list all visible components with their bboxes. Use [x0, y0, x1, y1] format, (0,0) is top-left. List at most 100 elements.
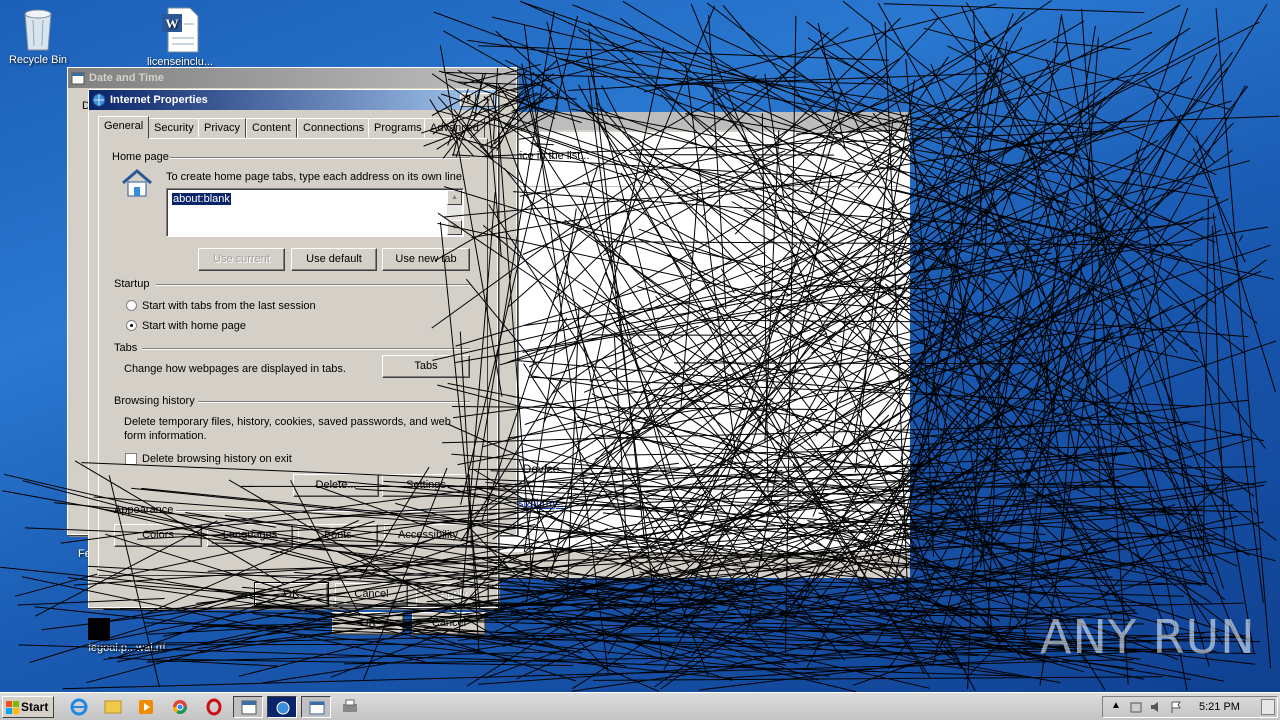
date-time-taskbar-button[interactable]	[233, 696, 263, 718]
scribble-line	[1252, 508, 1260, 517]
home-page-textarea[interactable]: about:blank ▲ ▼	[166, 188, 464, 237]
cancel-button[interactable]: Cancel	[335, 583, 408, 606]
scribble-line	[942, 242, 1134, 628]
colors-button[interactable]: Colors	[114, 524, 202, 547]
recycle-bin-shortcut[interactable]: Recycle Bin	[0, 6, 76, 66]
delete-history-button[interactable]: Delete...	[293, 474, 379, 497]
explorer-taskbar-button[interactable]	[98, 696, 128, 718]
tab-advanced[interactable]: Advanced	[424, 118, 485, 138]
scribble-line	[1010, 7, 1189, 527]
apply-button[interactable]: Apply	[416, 583, 489, 606]
tabs-group-label: Tabs	[114, 342, 138, 354]
scribble-line	[1052, 41, 1131, 50]
use-default-button[interactable]: Use default	[291, 248, 377, 271]
startup-home-page-radio[interactable]	[126, 320, 137, 331]
scribble-line	[1060, 37, 1099, 542]
ok-button[interactable]: OK	[254, 582, 329, 607]
scribble-line	[409, 619, 925, 635]
word-document-icon: W	[162, 7, 199, 53]
startup-last-session-label[interactable]: Start with tabs from the last session	[142, 300, 316, 312]
scribble-line	[1202, 198, 1209, 562]
licenseinclu-shortcut[interactable]: W licenseinclu...	[142, 6, 218, 68]
history-settings-button[interactable]: Settings	[382, 474, 470, 497]
scribble-line	[480, 577, 885, 584]
scribble-line	[908, 510, 935, 594]
fonts-button[interactable]: Fonts	[298, 524, 378, 547]
show-desktop-button[interactable]	[1261, 699, 1275, 715]
show-hidden-icons-icon[interactable]: ▲	[1111, 700, 1121, 711]
scribble-line	[1041, 537, 1121, 566]
scribble-line	[1025, 26, 1096, 459]
rtf-file-shortcut[interactable]: legoal.p...wal.rtf	[72, 618, 182, 654]
scribble-line	[1094, 252, 1178, 354]
scribble-line	[1027, 137, 1136, 570]
scribble-line	[939, 68, 1060, 180]
startup-last-session-radio[interactable]	[126, 300, 137, 311]
textarea-scrollbar[interactable]: ▲ ▼	[447, 190, 462, 235]
opera-taskbar-button[interactable]	[199, 696, 229, 718]
scribble-line	[940, 128, 968, 342]
scribble-line	[1070, 155, 1258, 324]
scribble-line	[1136, 149, 1193, 542]
home-page-divider	[170, 157, 470, 159]
tab-content[interactable]: Content	[246, 118, 297, 138]
scribble-line	[545, 75, 548, 78]
printer-taskbar-button[interactable]	[335, 696, 365, 718]
scribble-line	[973, 302, 1119, 432]
date-time-ok-button[interactable]: OK	[332, 612, 404, 635]
scribble-line	[451, 583, 782, 597]
chrome-taskbar-button[interactable]	[165, 696, 195, 718]
startup-home-page-label[interactable]: Start with home page	[142, 320, 246, 332]
date-time-cancel-button[interactable]: Cancel	[412, 612, 486, 635]
languages-button[interactable]: Languages	[207, 524, 293, 547]
delete-on-exit-checkbox[interactable]	[125, 453, 137, 465]
flag-icon[interactable]	[1169, 700, 1183, 714]
history-divider	[198, 401, 470, 403]
scribble-line	[1109, 4, 1268, 265]
tab-security[interactable]: Security	[148, 118, 200, 138]
accessibility-button[interactable]: Accessibility	[384, 524, 472, 547]
tab-general[interactable]: General	[98, 116, 150, 139]
scribble-line	[914, 89, 1011, 148]
scribble-line	[907, 53, 1218, 621]
scribble-line	[593, 676, 1163, 681]
tab-programs[interactable]: Programs	[368, 118, 428, 138]
browsing-history-label: Browsing history	[114, 395, 195, 407]
scribble-line	[966, 537, 985, 555]
tabs-settings-button[interactable]: Tabs	[382, 355, 470, 378]
tabs-description: Change how webpages are displayed in tab…	[124, 363, 346, 375]
scribble-line	[911, 452, 1002, 501]
volume-icon[interactable]	[1149, 700, 1163, 714]
ie-taskbar-button[interactable]	[64, 696, 94, 718]
explorer-icon	[104, 700, 122, 714]
clock[interactable]: 5:21 PM	[1199, 701, 1240, 713]
network-taskbar-button[interactable]	[267, 696, 297, 718]
scribble-line	[935, 85, 1249, 494]
scroll-up-icon[interactable]: ▲	[447, 190, 462, 205]
scribble-line	[914, 100, 1232, 195]
system-tray: ▲ 5:21 PM	[1102, 696, 1278, 718]
help-button[interactable]: ?	[460, 93, 476, 107]
use-new-tab-button[interactable]: Use new tab	[382, 248, 470, 271]
use-current-button[interactable]: Use current	[198, 248, 285, 271]
scribble-line	[991, 192, 1069, 411]
inet-title: Internet Properties	[110, 94, 208, 106]
tab-connections[interactable]: Connections	[297, 118, 371, 138]
scribble-line	[108, 657, 278, 667]
action-center-icon[interactable]	[1129, 700, 1143, 714]
scribble-line	[1023, 219, 1079, 642]
tab-privacy[interactable]: Privacy	[198, 118, 247, 138]
scroll-down-icon[interactable]: ▼	[447, 220, 462, 235]
scribble-line	[971, 301, 1208, 570]
scribble-line	[1008, 468, 1029, 635]
windows-logo-icon	[6, 701, 19, 714]
start-button[interactable]: Start	[2, 696, 54, 718]
delete-on-exit-label[interactable]: Delete browsing history on exit	[142, 453, 292, 465]
scribble-line	[1143, 79, 1216, 163]
date-time-icon	[71, 72, 85, 85]
devices-close-button[interactable]: Close	[838, 544, 866, 556]
window-taskbar-button[interactable]	[301, 696, 331, 718]
close-button[interactable]: ×	[478, 93, 494, 107]
media-player-taskbar-button[interactable]	[131, 696, 161, 718]
recycle-bin-label: Recycle Bin	[8, 54, 68, 66]
